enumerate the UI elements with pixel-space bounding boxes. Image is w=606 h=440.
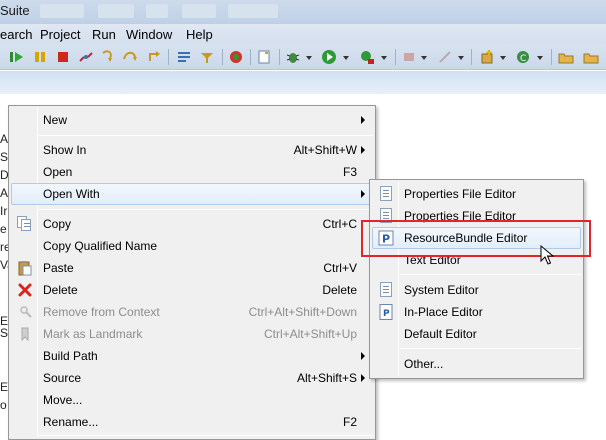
submenu-arrow-icon xyxy=(361,116,365,124)
title-bar: Suite xyxy=(0,0,606,24)
svg-text:C: C xyxy=(520,54,526,64)
menu-run[interactable]: Run xyxy=(92,27,116,42)
run-dropdown-icon[interactable] xyxy=(343,56,349,60)
properties-file-icon xyxy=(378,186,394,202)
step-over-icon[interactable] xyxy=(122,49,138,65)
menu-item-delete[interactable]: Delete Delete xyxy=(11,279,373,301)
debug-perspective-icon[interactable] xyxy=(228,49,244,65)
resume-icon[interactable] xyxy=(9,49,25,65)
stop-server-icon[interactable] xyxy=(401,49,417,65)
new-package-icon[interactable] xyxy=(479,49,495,65)
menu-item-show-in[interactable]: Show In Alt+Shift+W xyxy=(11,139,373,161)
menu-item-remove-from-context[interactable]: Remove from Context Ctrl+Alt+Shift+Down xyxy=(11,301,373,323)
menu-separator xyxy=(39,435,373,436)
new-class-icon[interactable]: C xyxy=(515,49,531,65)
menu-help[interactable]: Help xyxy=(186,27,213,42)
submenu-arrow-icon xyxy=(361,190,365,198)
menu-item-mark-as-landmark[interactable]: Mark as Landmark Ctrl+Alt+Shift+Up xyxy=(11,323,373,345)
submenu-item-default-editor[interactable]: Default Editor xyxy=(372,323,581,345)
context-menu: New Show In Alt+Shift+W Open F3 Open Wit… xyxy=(8,105,376,440)
menu-window[interactable]: Window xyxy=(126,27,172,42)
editor-header-band xyxy=(0,71,606,94)
menu-separator xyxy=(400,348,581,349)
annotation-highlight-box xyxy=(361,220,591,257)
delete-icon xyxy=(17,282,33,298)
debug-icon[interactable] xyxy=(285,49,301,65)
inplace-editor-icon: P xyxy=(378,304,394,320)
terminate-icon[interactable] xyxy=(55,49,71,65)
system-editor-icon xyxy=(378,282,394,298)
submenu-item-properties-file-editor-1[interactable]: Properties File Editor xyxy=(372,183,581,205)
submenu-arrow-icon xyxy=(361,374,365,382)
stop-dropdown-icon[interactable] xyxy=(421,56,427,60)
menu-item-move[interactable]: Move... xyxy=(11,389,373,411)
landmark-icon xyxy=(17,326,33,342)
new-class-dropdown-icon[interactable] xyxy=(537,56,543,60)
svg-text:P: P xyxy=(383,309,390,319)
submenu-item-in-place-editor[interactable]: P In-Place Editor xyxy=(372,301,581,323)
menu-separator xyxy=(39,135,373,136)
open-type-icon[interactable] xyxy=(558,49,574,65)
menu-item-copy[interactable]: Copy Ctrl+C xyxy=(11,213,373,235)
connect-dropdown-icon[interactable] xyxy=(458,56,464,60)
menu-item-source[interactable]: Source Alt+Shift+S xyxy=(11,367,373,389)
menu-item-rename[interactable]: Rename... F2 xyxy=(11,411,373,433)
run-icon[interactable] xyxy=(321,49,337,65)
open-task-icon[interactable] xyxy=(583,49,599,65)
use-step-filters-icon[interactable] xyxy=(199,49,215,65)
submenu-item-system-editor[interactable]: System Editor xyxy=(372,279,581,301)
step-into-icon[interactable] xyxy=(100,49,116,65)
window-title: Suite xyxy=(0,3,30,18)
menu-item-new[interactable]: New xyxy=(11,109,373,131)
menu-search[interactable]: earch xyxy=(0,27,33,42)
menu-item-open-with[interactable]: Open With xyxy=(11,183,373,205)
submenu-arrow-icon xyxy=(361,146,365,154)
open-with-submenu: Properties File Editor Properties File E… xyxy=(369,179,584,379)
submenu-arrow-icon xyxy=(361,352,365,360)
connect-icon[interactable] xyxy=(437,49,453,65)
menu-item-build-path[interactable]: Build Path xyxy=(11,345,373,367)
menu-separator xyxy=(39,209,373,210)
menu-item-paste[interactable]: Paste Ctrl+V xyxy=(11,257,373,279)
menu-item-open[interactable]: Open F3 xyxy=(11,161,373,183)
drop-frame-icon[interactable] xyxy=(176,49,192,65)
mouse-cursor-icon xyxy=(540,245,555,265)
run-external-dropdown-icon[interactable] xyxy=(381,56,387,60)
new-wizard-icon[interactable] xyxy=(256,49,272,65)
submenu-item-other[interactable]: Other... xyxy=(372,353,581,375)
debug-dropdown-icon[interactable] xyxy=(306,56,312,60)
menu-project[interactable]: Project xyxy=(40,27,80,42)
remove-context-icon xyxy=(17,304,33,320)
menu-bar: earch Project Run Window Help xyxy=(0,24,606,44)
new-package-dropdown-icon[interactable] xyxy=(500,56,506,60)
copy-icon xyxy=(17,216,33,232)
disconnect-icon[interactable] xyxy=(78,49,94,65)
paste-icon xyxy=(17,260,33,276)
run-external-icon[interactable] xyxy=(359,49,375,65)
step-return-icon[interactable] xyxy=(146,49,162,65)
main-toolbar: C xyxy=(0,44,606,70)
menu-separator xyxy=(400,274,581,275)
suspend-icon[interactable] xyxy=(32,49,48,65)
menu-item-copy-qualified-name[interactable]: Copy Qualified Name xyxy=(11,235,373,257)
